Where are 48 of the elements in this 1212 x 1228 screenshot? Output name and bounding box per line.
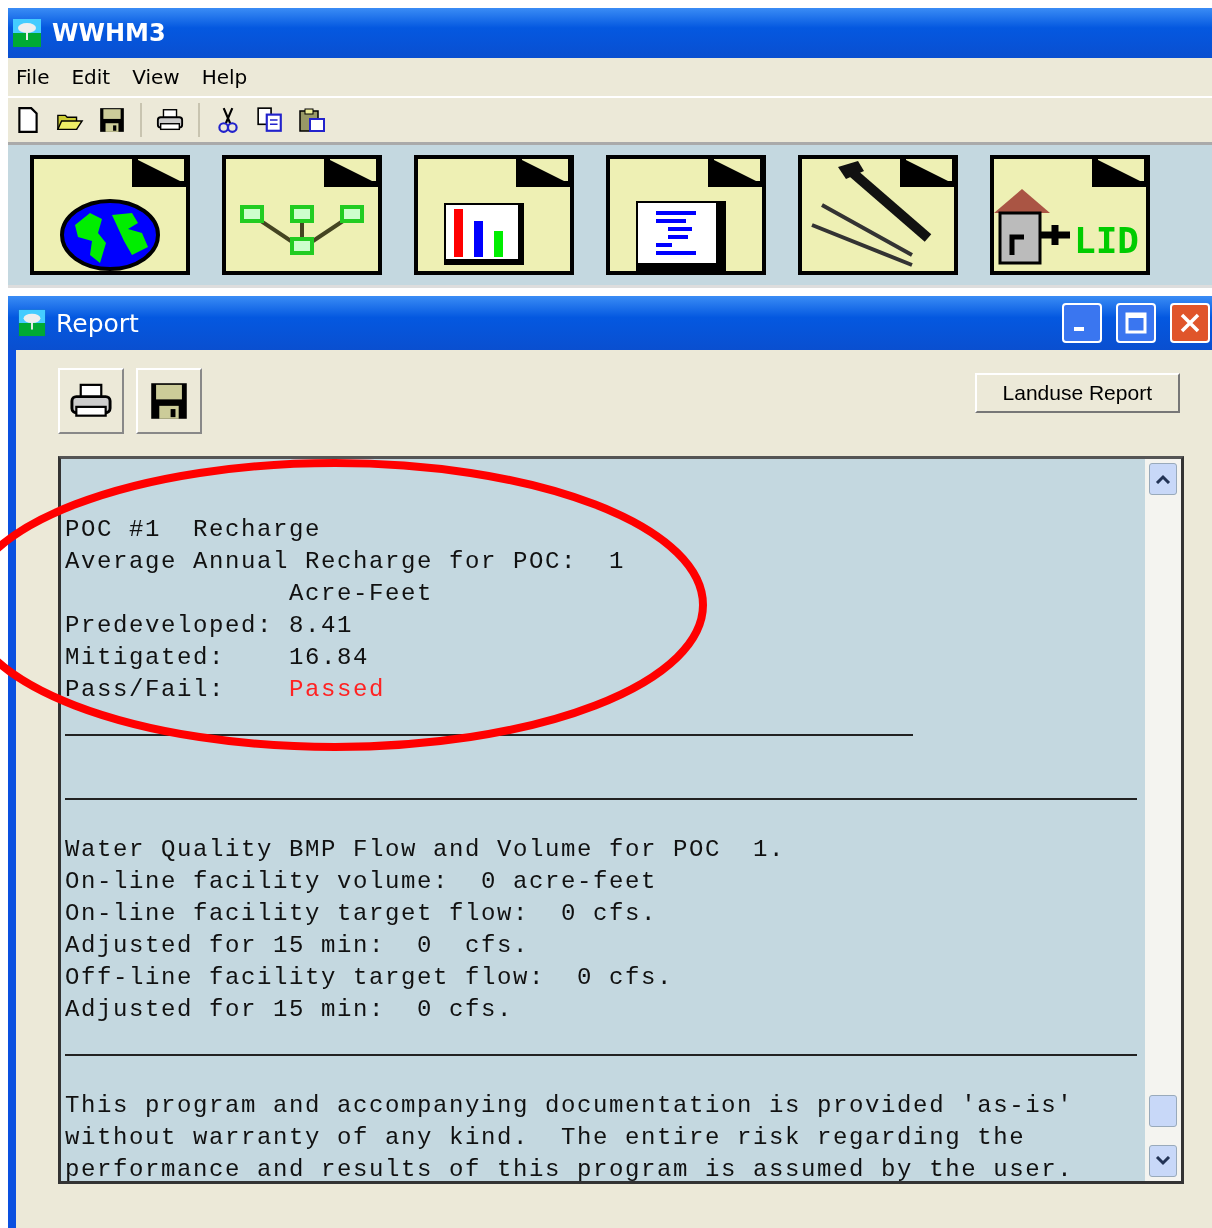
app-icon: [12, 18, 42, 48]
paste-icon[interactable]: [298, 106, 326, 134]
menu-item[interactable]: View: [132, 65, 180, 89]
maximize-icon: [1125, 312, 1147, 334]
report-line: Acre-Feet: [288, 579, 435, 609]
app-icon: [18, 309, 46, 337]
window-title: WWHM3: [52, 19, 166, 47]
report-line: On-line facility volume: 0 acre-feet: [65, 867, 659, 897]
copy-icon[interactable]: [256, 106, 284, 134]
network-button[interactable]: [222, 155, 382, 275]
report-line: Mitigated: 16.84: [65, 643, 371, 673]
report-line: performance and results of this program is assumed by the user.: [65, 1155, 1075, 1181]
globe-button[interactable]: [30, 155, 190, 275]
save-icon: [148, 380, 190, 422]
result-label: Pass/Fail:: [65, 676, 227, 703]
print-button[interactable]: [58, 368, 124, 434]
document-button[interactable]: [606, 155, 766, 275]
report-line: POC #1 Recharge: [65, 515, 323, 545]
report-line: This program and accompanying documentation is provided 'as-is': [65, 1091, 1075, 1121]
save-button[interactable]: [136, 368, 202, 434]
scroll-thumb[interactable]: [1149, 1095, 1177, 1127]
down-caret-icon: [1155, 1156, 1171, 1166]
report-line: Predeveloped: 8.41: [65, 611, 355, 641]
report-line: Adjusted for 15 min: 0 cfs.: [65, 995, 515, 1025]
report-line: without warranty of any kind. The entire risk regarding the: [65, 1123, 1027, 1153]
report-title: Report: [56, 308, 139, 338]
bar-chart-button[interactable]: [414, 155, 574, 275]
menu-item[interactable]: Help: [201, 65, 248, 89]
close-button[interactable]: [1170, 303, 1210, 343]
report-line: On-line facility target flow: 0 cfs.: [65, 899, 659, 929]
minimize-button[interactable]: [1062, 303, 1102, 343]
scroll-down-button[interactable]: [1149, 1145, 1177, 1177]
report-line: Adjusted for 15 min: 0 cfs.: [65, 931, 531, 961]
report-line: Average Annual Recharge for POC: 1: [65, 547, 627, 577]
landuse-report-button[interactable]: Landuse Report: [974, 373, 1180, 413]
maximize-button[interactable]: [1116, 303, 1156, 343]
report-line: Off-line facility target flow: 0 cfs.: [65, 963, 675, 993]
menu-item[interactable]: Edit: [71, 65, 111, 89]
close-icon: [1179, 312, 1201, 334]
minimize-icon: [1074, 327, 1084, 331]
up-caret-icon: [1155, 474, 1171, 484]
report-line: Water Quality BMP Flow and Volume for POC 1.: [65, 835, 787, 865]
result-value: Passed: [289, 676, 386, 703]
scroll-up-button[interactable]: [1149, 463, 1177, 495]
tools-button[interactable]: [798, 155, 958, 275]
menu-item[interactable]: File: [16, 65, 50, 89]
save-icon[interactable]: [98, 106, 126, 134]
scrollbar[interactable]: [1145, 459, 1181, 1181]
